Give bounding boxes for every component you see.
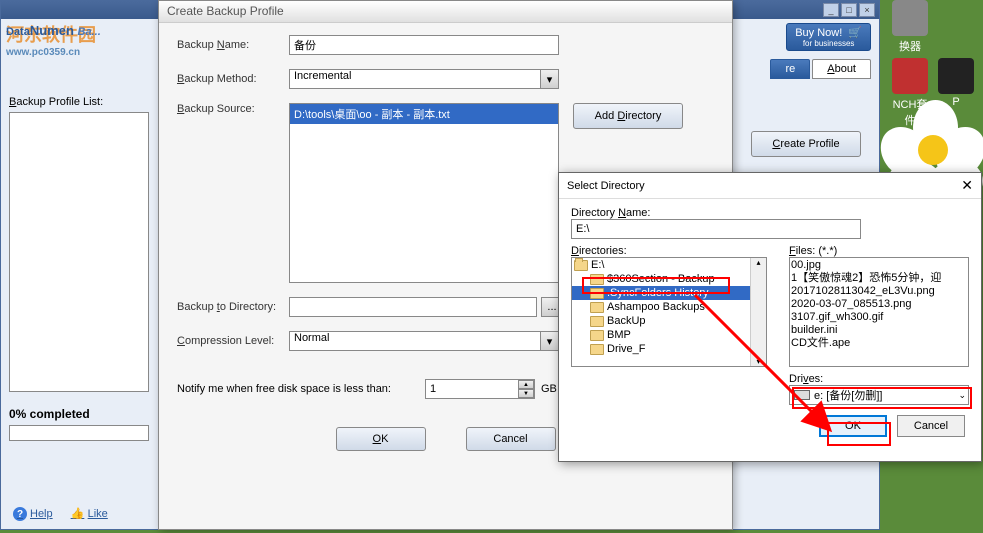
file-item[interactable]: 20171028113042_eL3Vu.png (791, 285, 967, 298)
disk-space-spinner[interactable]: 1 ▲▼ (425, 379, 535, 399)
chevron-down-icon: ⌄ (958, 390, 966, 401)
drives-select[interactable]: e: [备份[勿删]] ⌄ (789, 385, 969, 405)
desktop-icon-p[interactable]: P (935, 58, 977, 128)
select-dir-title-bar: Select Directory ✕ (559, 173, 981, 199)
app-logo: 河东软件园 DataNumen Ba... www.pc0359.cn (6, 21, 156, 61)
select-dir-ok-button[interactable]: OK (819, 415, 887, 437)
tab-about[interactable]: About (812, 59, 871, 79)
tree-item[interactable]: $360Section - Backup (572, 272, 766, 286)
desktop-icons: 换器 NCH套件 P (889, 0, 979, 128)
drive-icon (794, 390, 810, 400)
select-dir-close-button[interactable]: ✕ (961, 177, 973, 194)
profile-list-label: Backup Profile List: (9, 96, 103, 108)
select-dir-cancel-button[interactable]: Cancel (897, 415, 965, 437)
tree-item[interactable]: Drive_F (572, 342, 766, 356)
tree-item[interactable]: BackUp (572, 314, 766, 328)
notify-unit: GB (541, 383, 557, 395)
chevron-down-icon: ▾ (540, 332, 558, 350)
folder-icon (590, 330, 604, 341)
dialog-ok-button[interactable]: OK (336, 427, 426, 451)
tree-item[interactable]: BMP (572, 328, 766, 342)
dialog-cancel-button[interactable]: Cancel (466, 427, 556, 451)
bottom-links: ?Help 👍Like (13, 507, 108, 521)
like-link[interactable]: 👍Like (71, 507, 108, 521)
file-item[interactable]: 3107.gif_wh300.gif (791, 311, 967, 324)
file-item[interactable]: 1【笑傲惊魂2】恐怖5分钟，迎 (791, 272, 967, 285)
dir-name-label: Directory Name: (571, 207, 969, 219)
directory-tree[interactable]: E:\ $360Section - Backup .SyncFolders Hi… (571, 257, 767, 367)
tab-re[interactable]: re (770, 59, 810, 79)
chevron-down-icon: ▾ (540, 70, 558, 88)
compression-label: Compression Level: (177, 335, 289, 347)
folder-icon (590, 274, 604, 285)
folder-open-icon (574, 260, 588, 271)
notify-label: Notify me when free disk space is less t… (177, 383, 425, 395)
backup-to-dir-input[interactable] (289, 297, 537, 317)
help-icon: ? (13, 507, 27, 521)
top-button-row: Buy Now! 🛒 for businesses (786, 23, 871, 51)
progress-label: 0% completed (9, 407, 149, 421)
profile-list[interactable] (9, 112, 149, 392)
left-panel: Backup Profile List: 0% completed (9, 96, 149, 441)
tree-item[interactable]: Ashampoo Backups (572, 300, 766, 314)
dir-name-input[interactable] (571, 219, 861, 239)
files-list[interactable]: 00.jpg 1【笑傲惊魂2】恐怖5分钟，迎 20171028113042_eL… (789, 257, 969, 367)
folder-icon (590, 316, 604, 327)
cart-icon: 🛒 (848, 26, 862, 39)
file-item[interactable]: 2020-03-07_085513.png (791, 298, 967, 311)
backup-method-label: Backup Method: (177, 73, 289, 85)
file-item[interactable]: CD文件.ape (791, 337, 967, 350)
directories-label: Directories: (571, 245, 779, 257)
select-directory-dialog: Select Directory ✕ Directory Name: Direc… (558, 172, 982, 462)
backup-to-dir-label: Backup to Directory: (177, 301, 289, 313)
source-item[interactable]: D:\tools\桌面\oo - 副本 - 副本.txt (290, 104, 558, 124)
file-item[interactable]: 00.jpg (791, 259, 967, 272)
folder-icon (590, 344, 604, 355)
spinner-down[interactable]: ▼ (518, 389, 534, 398)
watermark-url: www.pc0359.cn (6, 47, 156, 58)
drives-label: Drives: (789, 373, 969, 385)
buy-now-button[interactable]: Buy Now! 🛒 for businesses (786, 23, 871, 51)
tree-root[interactable]: E:\ (572, 258, 766, 272)
desktop-icon-1[interactable]: 换器 (889, 0, 931, 54)
file-item[interactable]: builder.ini (791, 324, 967, 337)
backup-source-list[interactable]: D:\tools\桌面\oo - 副本 - 副本.txt (289, 103, 559, 283)
add-directory-button[interactable]: Add Directory (573, 103, 683, 129)
help-link[interactable]: ?Help (13, 507, 53, 521)
compression-select[interactable]: Normal ▾ (289, 331, 559, 351)
backup-name-label: Backup Name: (177, 39, 289, 51)
folder-icon (590, 302, 604, 313)
backup-method-select[interactable]: Incremental ▾ (289, 69, 559, 89)
like-icon: 👍 (71, 507, 85, 521)
create-profile-button[interactable]: Create Profile (751, 131, 861, 157)
select-dir-title: Select Directory (567, 180, 645, 192)
folder-icon (590, 288, 604, 299)
backup-source-label: Backup Source: (177, 103, 289, 115)
spinner-up[interactable]: ▲ (518, 380, 534, 389)
tree-item-selected[interactable]: .SyncFolders History (572, 286, 766, 300)
tab-row: re About (768, 59, 871, 79)
dialog-title: Create Backup Profile (159, 1, 732, 23)
progress-bar (9, 425, 149, 441)
tree-scrollbar[interactable]: ▴▾ (750, 258, 766, 366)
files-label: Files: (*.*) (789, 245, 969, 257)
close-button[interactable]: × (859, 3, 875, 17)
backup-name-input[interactable] (289, 35, 559, 55)
desktop-icon-nch[interactable]: NCH套件 (889, 58, 931, 128)
maximize-button[interactable]: □ (841, 3, 857, 17)
minimize-button[interactable]: _ (823, 3, 839, 17)
